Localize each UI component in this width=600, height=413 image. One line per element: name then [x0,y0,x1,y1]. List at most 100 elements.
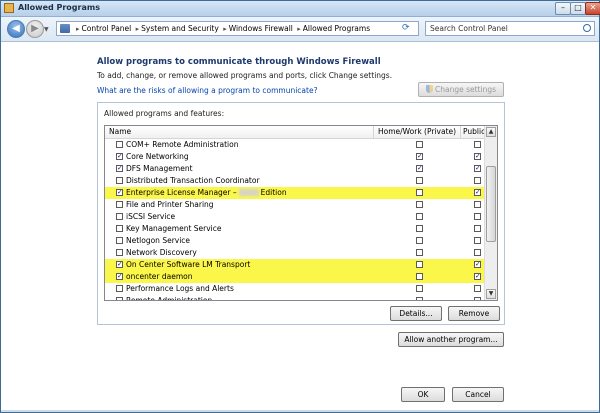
program-row[interactable]: Remote Administration [105,295,485,300]
program-enabled-checkbox[interactable] [116,201,123,208]
program-name: Enterprise License Manager – Edition [126,188,287,197]
breadcrumb[interactable]: ▸ Control Panel ▸ System and Security ▸ Win… [56,21,419,36]
program-row[interactable]: File and Printer Sharing [105,199,485,211]
scroll-up-icon[interactable]: ▲ [486,127,496,137]
minimize-button[interactable]: – [555,2,571,15]
program-name-text: Enterprise License Manager – [126,188,237,197]
cancel-button[interactable]: Cancel [452,387,504,402]
breadcrumb-item-windows-firewall[interactable]: Windows Firewall [229,24,293,33]
program-row[interactable]: ✓ On Center Software LM Transport ✓ [105,259,485,271]
column-header-public[interactable]: Public [463,127,485,136]
public-checkbox[interactable]: ✓ [474,261,481,268]
home-work-checkbox[interactable] [416,189,423,196]
page-subtitle: To add, change, or remove allowed progra… [97,71,393,80]
program-name-text: DFS Management [126,164,193,173]
program-row[interactable]: ✓ oncenter daemon ✓ [105,271,485,283]
public-checkbox[interactable] [474,249,481,256]
program-enabled-checkbox[interactable] [116,141,123,148]
program-row[interactable]: Netlogon Service [105,235,485,247]
program-name-text: Performance Logs and Alerts [126,284,234,293]
home-work-checkbox[interactable] [416,273,423,280]
program-row[interactable]: COM+ Remote Administration [105,139,485,151]
home-work-checkbox[interactable] [416,285,423,292]
program-enabled-checkbox[interactable]: ✓ [116,189,123,196]
close-button[interactable]: ✕ [585,2,600,15]
public-checkbox[interactable] [474,177,481,184]
program-row[interactable]: ✓ Enterprise License Manager – Edition ✓ [105,187,485,199]
programs-list[interactable]: Name Home/Work (Private) Public COM+ Rem… [104,125,498,301]
public-checkbox[interactable] [474,237,481,244]
public-checkbox[interactable] [474,297,481,300]
home-work-checkbox[interactable] [416,177,423,184]
home-work-checkbox[interactable] [416,261,423,268]
home-work-checkbox[interactable]: ✓ [416,165,423,172]
program-row[interactable]: Performance Logs and Alerts [105,283,485,295]
program-enabled-checkbox[interactable] [116,213,123,220]
program-name: Distributed Transaction Coordinator [126,176,260,185]
column-divider[interactable] [373,126,374,138]
program-enabled-checkbox[interactable]: ✓ [116,261,123,268]
public-checkbox[interactable]: ✓ [474,153,481,160]
details-button[interactable]: Details... [390,306,442,321]
home-work-checkbox[interactable] [416,297,423,300]
forward-button[interactable]: ▶ [26,20,44,38]
public-checkbox[interactable]: ✓ [474,189,481,196]
public-checkbox[interactable] [474,213,481,220]
program-enabled-checkbox[interactable] [116,249,123,256]
program-row[interactable]: Key Management Service [105,223,485,235]
public-checkbox[interactable] [474,141,481,148]
public-checkbox[interactable] [474,225,481,232]
home-work-checkbox[interactable] [416,249,423,256]
program-enabled-checkbox[interactable]: ✓ [116,165,123,172]
home-work-checkbox[interactable] [416,225,423,232]
list-scrollbar[interactable]: ▲ ▼ [484,126,497,300]
program-rows: COM+ Remote Administration ✓ Core Networki… [105,139,485,300]
remove-button[interactable]: Remove [448,306,500,321]
back-button[interactable]: ◀ [7,20,25,38]
home-work-checkbox[interactable] [416,237,423,244]
column-header-home[interactable]: Home/Work (Private) [378,127,456,136]
program-row[interactable]: Network Discovery [105,247,485,259]
program-enabled-checkbox[interactable] [116,285,123,292]
search-input[interactable]: Search Control Panel [425,21,595,36]
public-checkbox[interactable]: ✓ [474,273,481,280]
change-settings-button[interactable]: Change settings [418,82,504,97]
program-enabled-checkbox[interactable] [116,177,123,184]
public-checkbox[interactable] [474,201,481,208]
public-checkbox[interactable] [474,285,481,292]
program-name: Key Management Service [126,224,222,233]
maximize-button[interactable]: □ [570,2,586,15]
recent-pages-dropdown-icon[interactable]: ▼ [44,26,49,33]
search-placeholder: Search Control Panel [430,24,508,33]
allow-another-program-button[interactable]: Allow another program... [398,332,504,347]
breadcrumb-item-system-and-security[interactable]: System and Security [141,24,219,33]
scroll-down-icon[interactable]: ▼ [486,289,496,299]
column-header-name[interactable]: Name [109,127,131,136]
program-enabled-checkbox[interactable] [116,297,123,300]
scroll-thumb[interactable] [486,166,496,242]
program-enabled-checkbox[interactable] [116,237,123,244]
program-row[interactable]: ✓ DFS Management ✓ ✓ [105,163,485,175]
refresh-icon[interactable]: ⟳ [402,23,410,33]
search-icon[interactable] [583,24,591,32]
home-work-checkbox[interactable] [416,141,423,148]
program-enabled-checkbox[interactable]: ✓ [116,273,123,280]
panel-label: Allowed programs and features: [104,109,225,118]
program-row[interactable]: Distributed Transaction Coordinator [105,175,485,187]
program-name: oncenter daemon [126,272,192,281]
program-enabled-checkbox[interactable] [116,225,123,232]
home-work-checkbox[interactable]: ✓ [416,153,423,160]
column-divider[interactable] [460,126,461,138]
program-row[interactable]: ✓ Core Networking ✓ ✓ [105,151,485,163]
home-work-checkbox[interactable] [416,201,423,208]
program-row[interactable]: iSCSI Service [105,211,485,223]
window-bottom-edge [1,410,599,412]
breadcrumb-item-allowed-programs[interactable]: Allowed Programs [303,24,370,33]
home-work-checkbox[interactable] [416,213,423,220]
breadcrumb-item-control-panel[interactable]: Control Panel [82,24,132,33]
public-checkbox[interactable]: ✓ [474,165,481,172]
change-settings-label: Change settings [434,85,496,94]
risks-help-link[interactable]: What are the risks of allowing a program… [97,86,318,95]
ok-button[interactable]: OK [401,387,445,402]
program-enabled-checkbox[interactable]: ✓ [116,153,123,160]
